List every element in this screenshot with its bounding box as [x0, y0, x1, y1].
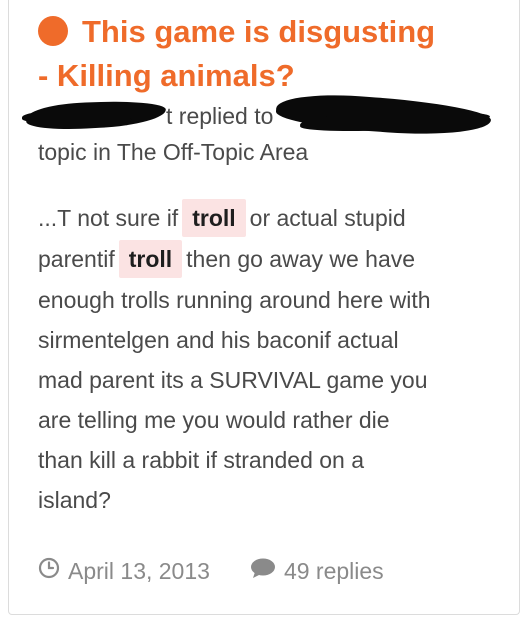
title-line-1[interactable]: This game is disgusting [82, 10, 435, 54]
excerpt-line: enough trolls running around here with [38, 287, 431, 313]
excerpt-line: than kill a rabbit if stranded on a [38, 447, 365, 473]
meta-replied-text: t replied to [166, 103, 274, 129]
excerpt-line: ...T not sure if troll or actual stupid [38, 198, 406, 238]
highlight-troll: troll [118, 240, 183, 278]
highlight-troll: troll [182, 199, 246, 237]
comment-icon [250, 556, 276, 586]
title-line-2[interactable]: - Killing animals? [38, 54, 295, 98]
post-date[interactable]: April 13, 2013 [68, 556, 210, 586]
excerpt-line: parentif troll then go away we have [38, 239, 415, 279]
excerpt-line: sirmentelgen and his baconif actual [38, 327, 399, 353]
meta-line-2: topic in The Off-Topic Area [38, 139, 309, 165]
post-footer: April 13, 2013 49 replies [38, 556, 508, 586]
reply-count[interactable]: 49 replies [284, 556, 384, 586]
clock-icon [38, 556, 60, 586]
orange-dot-icon [38, 16, 68, 46]
excerpt-line: are telling me you would rather die [38, 407, 390, 433]
excerpt-line: island? [38, 487, 111, 513]
excerpt-line: mad parent its a SURVIVAL game you [38, 367, 428, 393]
